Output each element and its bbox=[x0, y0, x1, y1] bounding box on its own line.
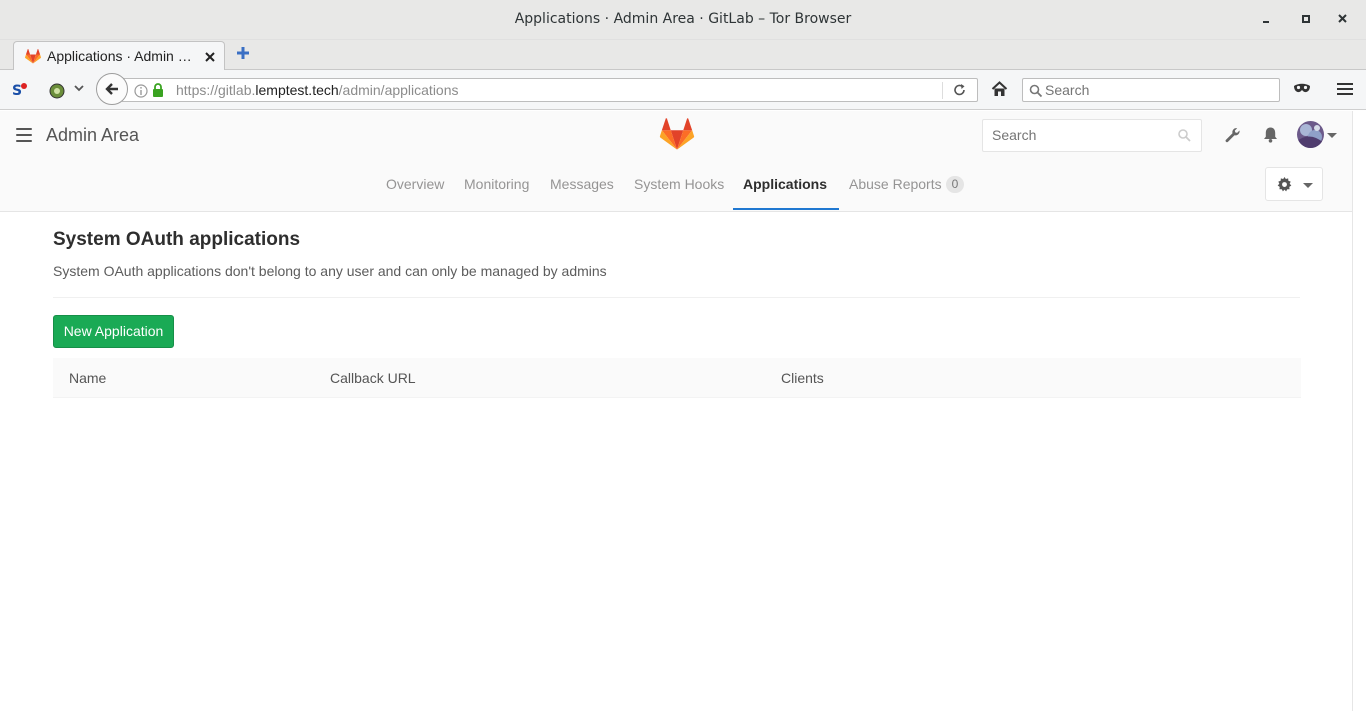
nav-messages[interactable]: Messages bbox=[550, 176, 614, 192]
url-scheme: https://gitlab. bbox=[176, 82, 256, 98]
plus-icon bbox=[237, 47, 249, 59]
settings-dropdown-button[interactable] bbox=[1265, 167, 1323, 201]
page-scrollbar[interactable] bbox=[1352, 111, 1366, 711]
gitlab-logo-icon[interactable] bbox=[659, 117, 695, 151]
url-path: /admin/applications bbox=[338, 82, 459, 98]
tor-onion-icon[interactable] bbox=[48, 81, 66, 99]
window-title: Applications · Admin Area · GitLab – Tor… bbox=[514, 11, 852, 27]
nav-abuse-reports[interactable]: Abuse Reports 0 bbox=[849, 176, 965, 193]
close-window-button[interactable] bbox=[1335, 12, 1351, 28]
gear-icon bbox=[1277, 177, 1292, 192]
gitlab-search-input[interactable] bbox=[992, 127, 1172, 143]
url-host: lemptest.tech bbox=[255, 82, 339, 98]
active-tab-indicator bbox=[733, 208, 839, 210]
svg-text:S: S bbox=[12, 83, 22, 99]
minimize-icon bbox=[1263, 21, 1269, 23]
page-title: System OAuth applications bbox=[53, 229, 301, 250]
admin-subnav: Overview Monitoring Messages System Hook… bbox=[0, 159, 1366, 212]
window-titlebar: Applications · Admin Area · GitLab – Tor… bbox=[0, 0, 1366, 40]
chevron-down-icon[interactable] bbox=[74, 85, 84, 93]
column-header-callback-url: Callback URL bbox=[330, 370, 416, 386]
page-description: System OAuth applications don't belong t… bbox=[53, 263, 607, 279]
sidebar-toggle-button[interactable] bbox=[16, 128, 32, 142]
tab-close-button[interactable] bbox=[205, 47, 215, 66]
nav-applications[interactable]: Applications bbox=[743, 176, 827, 192]
header-title[interactable]: Admin Area bbox=[46, 125, 139, 146]
nav-abuse-reports-label: Abuse Reports bbox=[849, 176, 942, 192]
wrench-icon[interactable] bbox=[1225, 127, 1241, 143]
menu-icon[interactable] bbox=[1337, 82, 1353, 96]
browser-search-input[interactable] bbox=[1045, 81, 1265, 99]
hamburger-line bbox=[16, 128, 32, 130]
nav-overview[interactable]: Overview bbox=[386, 176, 444, 192]
reload-icon[interactable] bbox=[953, 83, 967, 97]
caret-down-icon[interactable] bbox=[1327, 133, 1337, 139]
new-tab-button[interactable] bbox=[236, 46, 250, 60]
tab-strip: Applications · Admin … bbox=[0, 40, 1366, 71]
browser-navbar: S https://gitlab.lemptest.tech/admin/app… bbox=[0, 70, 1366, 110]
hamburger-line bbox=[16, 140, 32, 142]
browser-tab[interactable]: Applications · Admin … bbox=[13, 41, 225, 71]
maximize-icon bbox=[1302, 15, 1310, 23]
close-icon bbox=[1338, 14, 1347, 23]
url-bar[interactable]: https://gitlab.lemptest.tech/admin/appli… bbox=[122, 78, 978, 102]
close-icon bbox=[205, 52, 215, 62]
gitlab-search-box[interactable] bbox=[982, 119, 1202, 152]
applications-table: Name Callback URL Clients bbox=[53, 358, 1301, 398]
noscript-icon[interactable]: S bbox=[11, 81, 29, 99]
info-icon[interactable] bbox=[134, 84, 148, 98]
private-browsing-mask-icon[interactable] bbox=[1293, 83, 1311, 95]
back-button[interactable] bbox=[96, 73, 128, 105]
nav-monitoring[interactable]: Monitoring bbox=[464, 176, 529, 192]
minimize-button[interactable] bbox=[1259, 12, 1275, 28]
bell-icon[interactable] bbox=[1262, 126, 1279, 143]
user-avatar[interactable] bbox=[1297, 121, 1324, 148]
url-divider bbox=[942, 82, 943, 99]
search-icon bbox=[1178, 129, 1191, 142]
gitlab-header: Admin Area bbox=[0, 111, 1366, 159]
abuse-reports-count-badge: 0 bbox=[945, 176, 965, 193]
browser-search-bar[interactable] bbox=[1022, 78, 1280, 102]
lock-icon[interactable] bbox=[152, 83, 164, 97]
nav-system-hooks[interactable]: System Hooks bbox=[634, 176, 724, 192]
new-application-button[interactable]: New Application bbox=[53, 315, 174, 348]
url-text[interactable]: https://gitlab.lemptest.tech/admin/appli… bbox=[176, 82, 459, 98]
maximize-button[interactable] bbox=[1298, 12, 1314, 28]
search-icon bbox=[1029, 84, 1043, 98]
column-header-clients: Clients bbox=[781, 370, 824, 386]
tab-title: Applications · Admin … bbox=[47, 48, 192, 64]
column-header-name: Name bbox=[69, 370, 107, 386]
hamburger-line bbox=[16, 134, 32, 136]
avatar-image bbox=[1297, 121, 1324, 148]
back-arrow-icon bbox=[105, 83, 118, 95]
home-icon[interactable] bbox=[991, 81, 1008, 97]
gitlab-favicon-icon bbox=[25, 49, 41, 64]
content-divider bbox=[53, 297, 1300, 298]
caret-down-icon bbox=[1303, 183, 1313, 188]
